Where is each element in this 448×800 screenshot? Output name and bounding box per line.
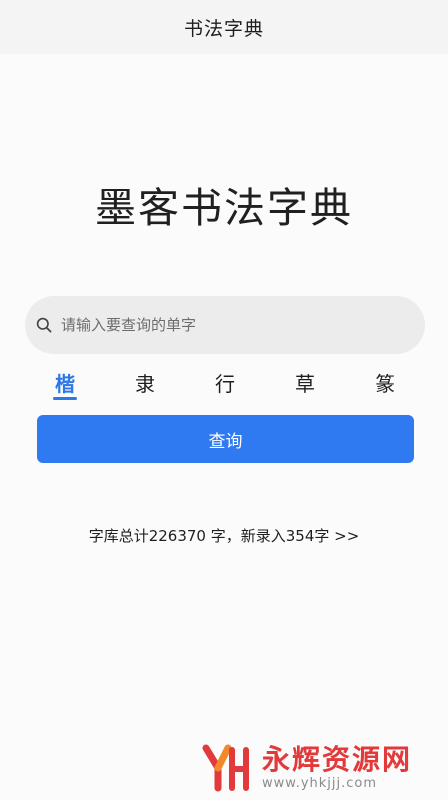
search-input[interactable] [59, 304, 403, 346]
tab-label: 隶 [135, 372, 155, 396]
tab-zhuan[interactable]: 篆 [357, 364, 413, 404]
app-heading: 墨客书法字典 [95, 184, 353, 232]
watermark: 永辉资源网 www.yhkjjj.com [198, 739, 412, 795]
title-bar: 书法字典 [0, 0, 448, 54]
query-button[interactable]: 查询 [37, 415, 414, 463]
tab-li[interactable]: 隶 [117, 364, 173, 404]
tab-kai[interactable]: 楷 [37, 364, 93, 404]
library-stats-link[interactable]: 字库总计226370 字，新录入354字 >> [0, 525, 448, 546]
search-box[interactable] [25, 296, 425, 354]
script-style-tabs: 楷 隶 行 草 篆 [37, 364, 413, 404]
tab-label: 篆 [375, 372, 395, 396]
page-title: 书法字典 [183, 17, 264, 40]
tab-cao[interactable]: 草 [277, 364, 333, 404]
tab-label: 行 [215, 372, 235, 396]
watermark-title: 永辉资源网 [262, 743, 413, 776]
active-tab-indicator [53, 397, 77, 400]
watermark-url: www.yhkjjj.com [262, 776, 378, 791]
tab-xing[interactable]: 行 [197, 364, 253, 404]
search-icon [35, 316, 53, 334]
tab-label: 楷 [55, 372, 75, 396]
tab-label: 草 [295, 372, 315, 396]
watermark-logo-icon [202, 744, 249, 792]
